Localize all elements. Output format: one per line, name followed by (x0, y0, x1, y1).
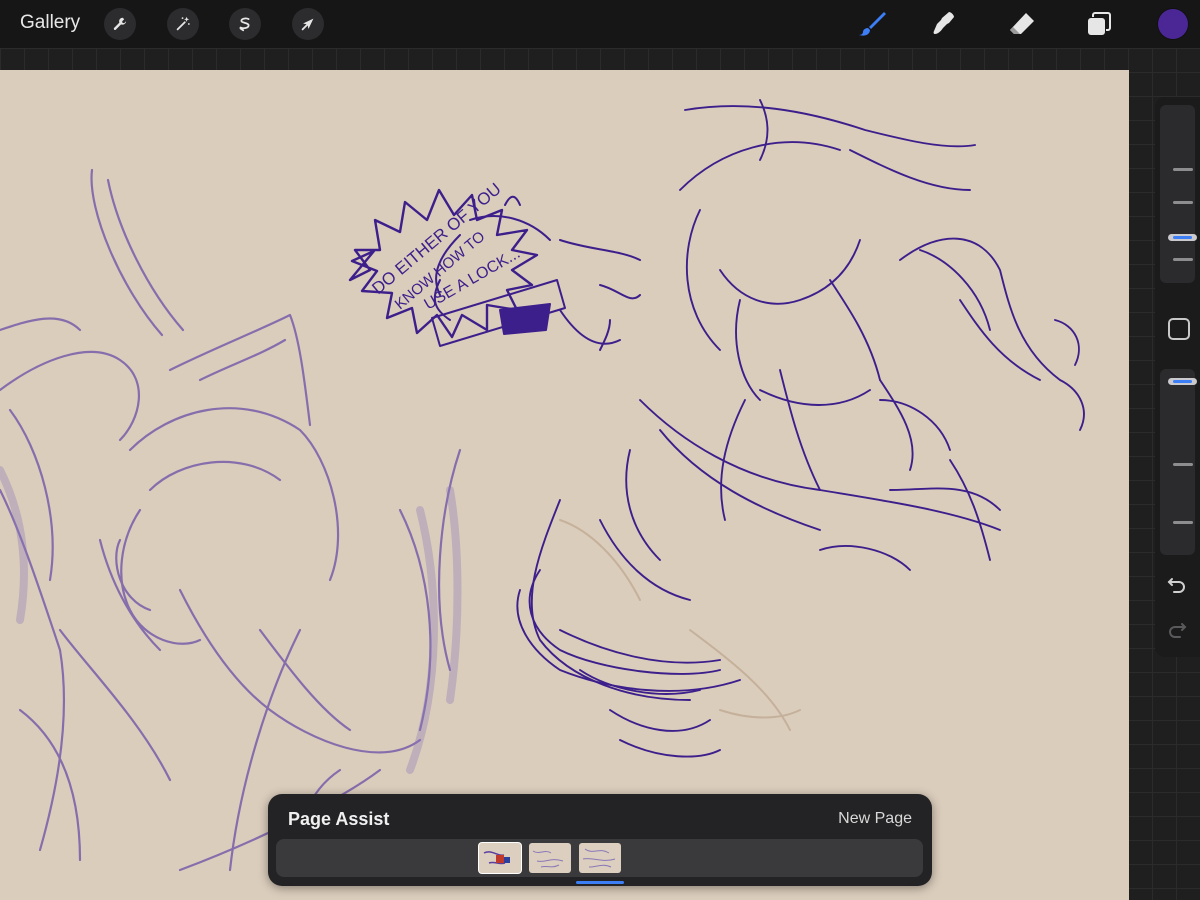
color-picker-swatch[interactable] (1158, 9, 1188, 39)
layers-icon[interactable] (1083, 8, 1115, 40)
drawing-canvas[interactable]: DO EITHER OF YOU KNOW HOW TO USE A LOCK.… (0, 70, 1129, 900)
magic-wand-icon[interactable] (167, 8, 199, 40)
page-thumbnail[interactable] (529, 843, 571, 873)
size-tick (1173, 258, 1193, 261)
opacity-slider[interactable] (1160, 369, 1197, 555)
smudge-icon[interactable] (928, 8, 960, 40)
brush-size-slider[interactable] (1160, 105, 1197, 283)
opacity-tick (1173, 521, 1193, 524)
redo-icon[interactable] (1166, 618, 1188, 640)
page-assist-title: Page Assist (288, 809, 390, 829)
page-thumbnail-strip (276, 839, 923, 877)
page-thumbnail[interactable] (479, 843, 521, 873)
new-page-button[interactable]: New Page (838, 810, 912, 828)
undo-icon[interactable] (1166, 573, 1188, 595)
transform-arrow-icon[interactable] (292, 8, 324, 40)
active-page-indicator (576, 881, 624, 884)
side-toolbar (1155, 97, 1200, 657)
page-thumbnail[interactable] (579, 843, 621, 873)
eraser-icon[interactable] (1006, 8, 1038, 40)
brush-icon[interactable] (856, 8, 888, 40)
brush-size-thumb[interactable] (1168, 234, 1197, 241)
sketch-artwork: DO EITHER OF YOU KNOW HOW TO USE A LOCK.… (0, 99, 1085, 882)
modify-button[interactable] (1168, 318, 1190, 340)
wrench-icon[interactable] (104, 8, 136, 40)
size-tick (1173, 201, 1193, 204)
opacity-thumb[interactable] (1168, 378, 1197, 385)
gallery-button[interactable]: Gallery (20, 12, 80, 34)
size-tick (1173, 168, 1193, 171)
opacity-tick (1173, 463, 1193, 466)
selection-icon[interactable] (229, 8, 261, 40)
top-toolbar: Gallery (0, 0, 1200, 48)
page-assist-panel: Page Assist New Page (268, 794, 932, 886)
